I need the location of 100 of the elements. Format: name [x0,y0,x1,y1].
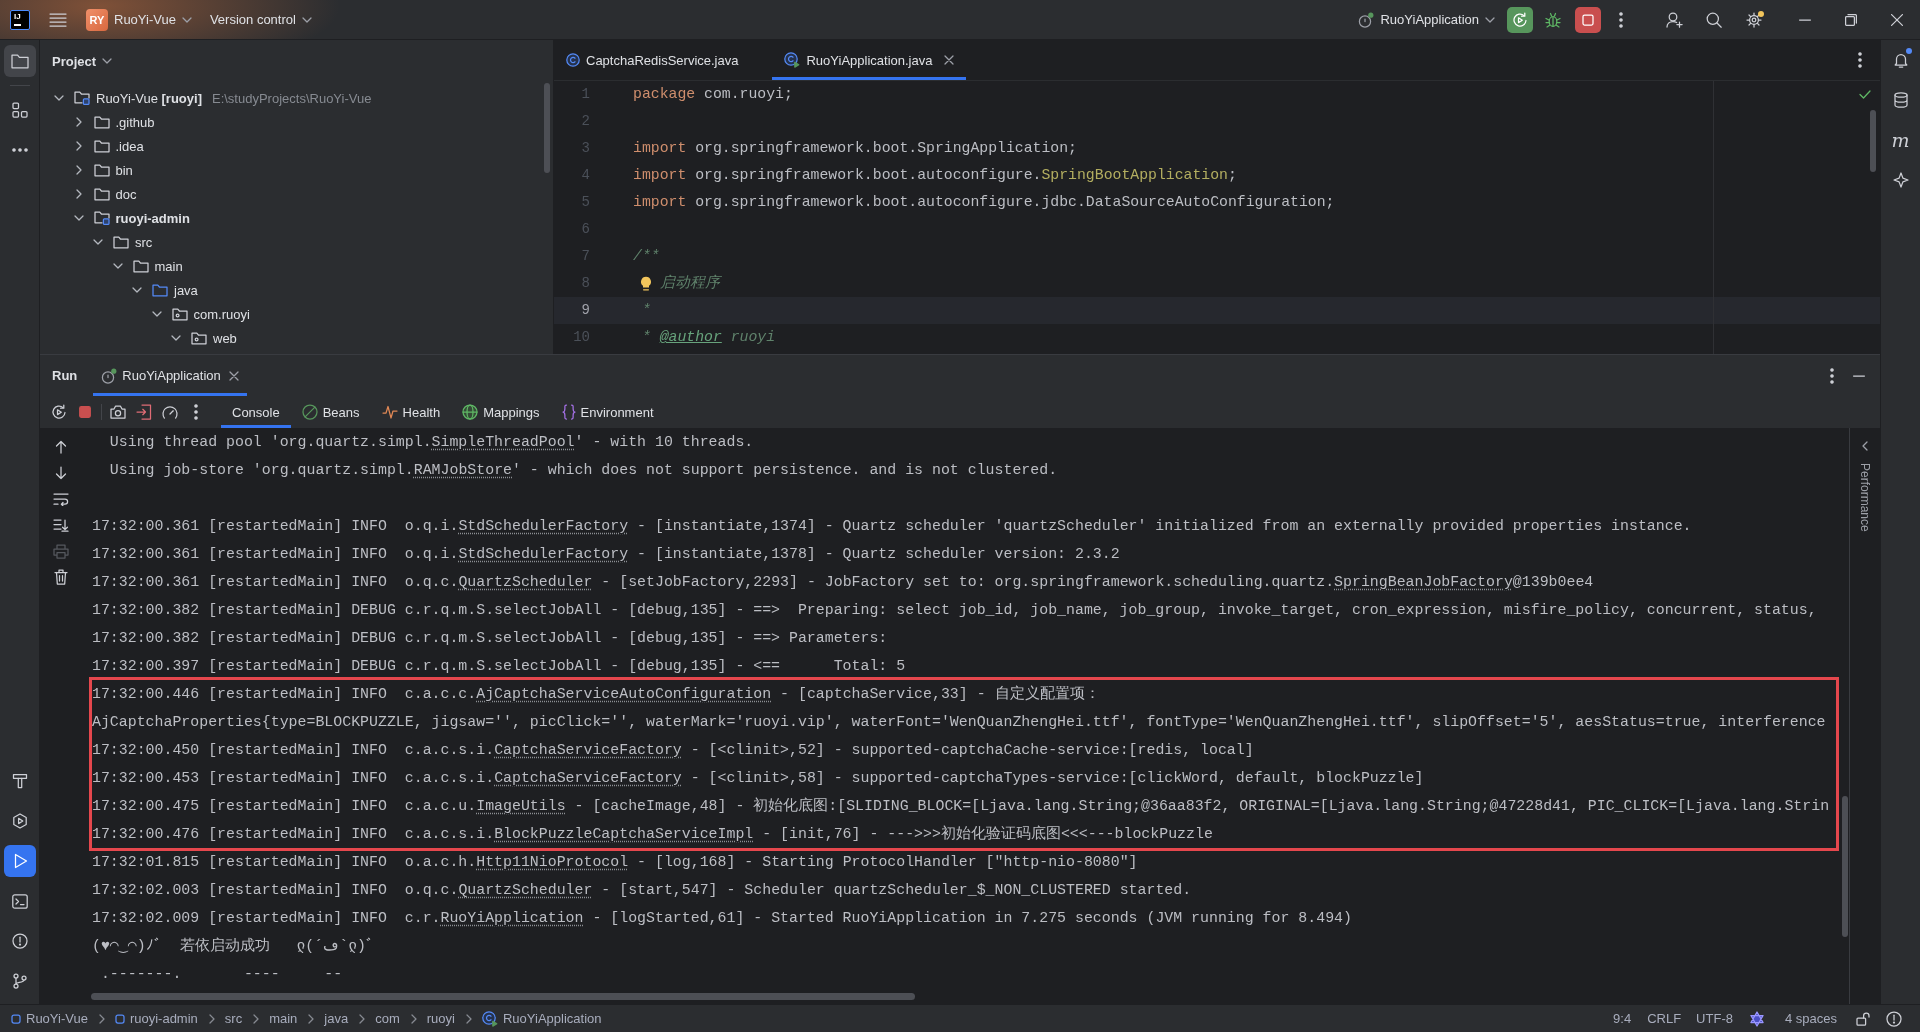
hexagram-icon[interactable] [1748,1010,1765,1027]
tree-item[interactable]: web [213,330,237,346]
class-link[interactable]: QuartzScheduler [458,574,593,590]
chevron-down-icon[interactable] [93,239,103,245]
chevron-down-icon[interactable] [112,263,123,269]
tree-item[interactable]: RuoYi-Vue [ruoyi] [96,90,202,106]
breadcrumb[interactable]: ruoyi-admin [114,1011,198,1026]
chevron-down-icon[interactable] [171,335,181,341]
class-link[interactable]: AjCaptchaServiceAutoConfiguration [476,686,772,702]
chevron-down-icon[interactable] [54,95,64,101]
view-tab[interactable]: Beans [290,396,371,428]
more-icon[interactable] [1830,367,1834,384]
view-tab[interactable]: Mappings [451,396,551,428]
horizontal-scrollbar[interactable] [91,993,915,1000]
class-link[interactable]: Http11NioProtocol [476,854,629,870]
chevron-down-icon[interactable] [73,215,84,221]
tree-item[interactable]: .idea [115,138,144,154]
file-encoding[interactable]: UTF-8 [1696,1011,1733,1026]
more-icon[interactable] [194,404,198,420]
camera-icon[interactable] [110,405,126,419]
chevron-right-icon[interactable] [75,117,82,127]
restore-icon[interactable] [1845,13,1857,26]
scroll-to-end-icon[interactable] [52,518,69,532]
close-icon[interactable] [1891,13,1903,26]
more-icon[interactable] [1858,52,1862,68]
class-link[interactable]: SpringBeanJobFactory [1334,574,1513,590]
gauge-icon[interactable] [162,405,178,419]
class-link[interactable]: CaptchaServiceFactory [494,770,682,786]
stop-button[interactable] [1575,6,1601,33]
settings-icon[interactable] [1746,11,1762,28]
lock-icon[interactable] [1856,1011,1870,1026]
workspace-dropdown[interactable]: RY RuoYi-Vue [86,8,192,31]
class-link[interactable]: CaptchaServiceFactory [494,742,682,758]
vertical-scrollbar[interactable] [544,83,550,173]
rerun-button[interactable] [1507,6,1533,33]
class-link[interactable]: RuoYiApplication [440,910,584,926]
chevron-right-icon[interactable] [75,189,82,199]
search-icon[interactable] [1706,11,1722,28]
app-logo[interactable]: IJ [10,9,30,30]
chevron-left-icon[interactable] [1862,441,1868,451]
view-selector[interactable]: Project [52,53,113,69]
view-tab[interactable]: Console [221,396,291,428]
add-user-icon[interactable] [1665,11,1683,28]
tool-window-button[interactable]: m [1884,124,1917,156]
tool-window-button[interactable] [3,845,36,877]
indent-setting[interactable]: 4 spaces [1784,1011,1837,1026]
class-link[interactable]: BlockPuzzleCaptchaServiceImpl [494,826,754,842]
view-tab[interactable]: Environment [550,396,665,428]
line-separator[interactable]: CRLF [1647,1011,1682,1026]
bug-icon[interactable] [1545,11,1561,28]
tree-item[interactable]: ruoyi-admin [115,210,190,226]
trash-icon[interactable] [53,569,68,585]
exit-icon[interactable] [136,404,152,420]
view-tab[interactable]: Health [370,396,452,428]
breadcrumb[interactable]: main [269,1011,298,1026]
chevron-down-icon[interactable] [132,287,142,293]
tool-window-button[interactable] [3,45,36,77]
vertical-scrollbar[interactable] [1842,796,1848,937]
editor-tab[interactable]: RuoYiApplication.java [772,40,967,80]
class-link[interactable]: QuartzScheduler [458,882,593,898]
more-icon[interactable] [1619,11,1623,28]
run-config-dropdown[interactable]: RuoYiApplication [1358,11,1495,28]
tree-item[interactable]: .github [115,114,155,130]
tree-item[interactable]: src [135,234,153,250]
class-link[interactable]: SimpleThreadPool [431,434,575,450]
exclamation-circle-icon[interactable] [1886,1010,1902,1027]
class-link[interactable]: StdSchedulerFactory [458,546,629,562]
class-link[interactable]: RAMJobStore [413,462,512,478]
tree-item[interactable]: bin [115,162,133,178]
tree-item[interactable]: doc [115,186,137,202]
rerun-icon[interactable] [51,404,67,420]
breadcrumb[interactable]: src [224,1011,243,1026]
breadcrumb[interactable]: ruoyi [426,1011,455,1026]
stop-icon[interactable] [79,406,91,418]
caret-position[interactable]: 9:4 [1613,1011,1632,1026]
editor-tab[interactable]: CaptchaRedisService.java [554,40,773,80]
breadcrumb[interactable]: RuoYiApplication [481,1010,602,1027]
close-icon[interactable] [228,370,239,381]
run-tab[interactable]: RuoYiApplication [93,355,247,396]
chevron-right-icon[interactable] [75,141,82,151]
close-icon[interactable] [944,55,955,65]
class-link[interactable]: StdSchedulerFactory [458,518,629,534]
class-link[interactable]: ImageUtils [476,798,566,814]
breadcrumb[interactable]: com [375,1011,400,1026]
breadcrumb[interactable]: java [324,1011,349,1026]
chevron-right-icon[interactable] [75,165,82,175]
vertical-scrollbar[interactable] [1870,110,1876,172]
soft-wrap-icon[interactable] [52,492,69,506]
vcs-dropdown[interactable]: Version control [209,12,312,27]
minimize-icon[interactable] [1853,374,1865,377]
menu-icon[interactable] [49,12,67,27]
arrow-down-icon[interactable] [54,466,67,480]
minimize-icon[interactable] [1799,18,1811,21]
arrow-up-icon[interactable] [54,440,67,454]
lightbulb-icon[interactable] [640,276,653,291]
tree-item[interactable]: com.ruoyi [193,306,250,322]
chevron-down-icon[interactable] [151,311,162,317]
tree-item[interactable]: java [174,282,198,298]
side-panel-tab[interactable]: Performance [1858,463,1872,532]
tree-item[interactable]: main [154,258,183,274]
